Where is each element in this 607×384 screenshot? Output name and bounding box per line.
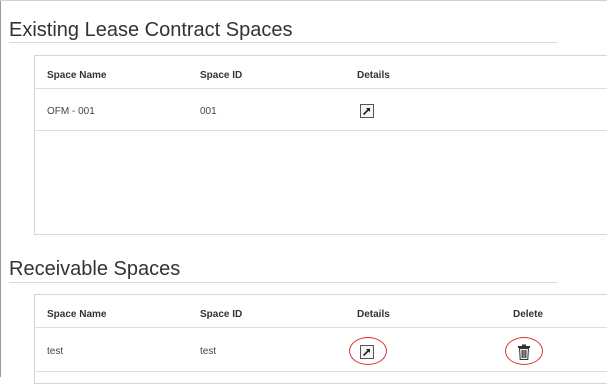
delete-highlight-circle	[505, 337, 543, 365]
existing-title-underline	[9, 42, 557, 43]
header-divider	[35, 88, 607, 89]
existing-spaces-table: Space Name Space ID Details OFM - 001 00…	[34, 55, 607, 235]
header-divider	[35, 327, 607, 328]
window-top-edge	[0, 0, 607, 1]
column-header-details: Details	[357, 70, 390, 81]
receivable-title-underline	[9, 282, 557, 283]
column-header-details: Details	[357, 309, 390, 320]
cell-space-id: test	[200, 346, 217, 357]
details-highlight-circle	[349, 337, 387, 365]
cell-space-id: 001	[200, 106, 217, 117]
column-header-space-id: Space ID	[200, 70, 243, 81]
column-header-delete: Delete	[513, 309, 544, 320]
row-divider	[35, 130, 607, 131]
column-header-space-name: Space Name	[47, 309, 107, 320]
column-header-space-name: Space Name	[47, 70, 107, 81]
receivable-spaces-table: Space Name Space ID Details Delete test …	[34, 294, 607, 384]
row-divider	[35, 371, 607, 372]
cell-space-name: OFM - 001	[47, 106, 95, 117]
column-header-space-id: Space ID	[200, 309, 243, 320]
existing-spaces-title: Existing Lease Contract Spaces	[9, 19, 293, 41]
receivable-spaces-title: Receivable Spaces	[9, 258, 181, 280]
open-external-icon[interactable]	[360, 104, 374, 118]
window-left-edge	[0, 0, 1, 377]
cell-space-name: test	[47, 346, 64, 357]
